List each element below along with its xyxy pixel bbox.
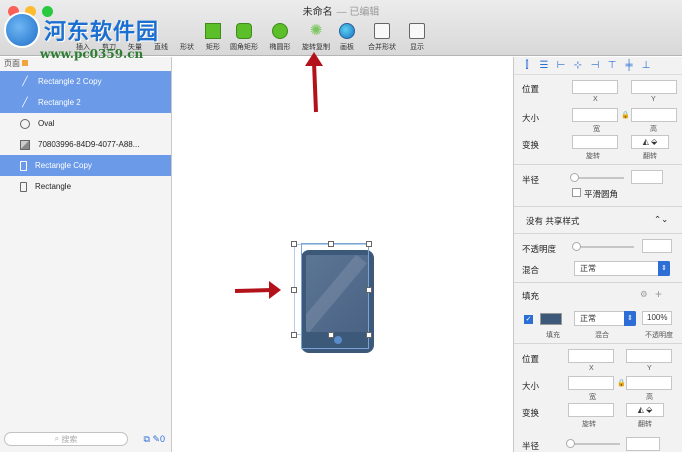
flip-horizontal-icon[interactable]: ◭ <box>638 405 644 414</box>
radius-slider[interactable] <box>572 177 624 179</box>
edit-icon: ✎ <box>152 434 160 444</box>
position-y-field[interactable] <box>631 80 677 94</box>
transform-label: 变换 <box>522 408 540 418</box>
divider <box>514 233 682 234</box>
radius-label: 半径 <box>522 441 540 451</box>
fill-opacity-field[interactable]: 100% <box>642 311 672 325</box>
smooth-corners-label: 平滑圆角 <box>584 189 619 199</box>
rotate-field[interactable] <box>572 135 618 149</box>
arrow-to-artwork <box>234 281 281 299</box>
watermark-logo-icon <box>4 12 40 48</box>
position-y-field[interactable] <box>626 349 672 363</box>
alignment-toolbar: ⫿ ☰ ⊢ ⊹ ⊣ ⊤ ╪ ⊥ <box>514 57 682 75</box>
size-label: 大小 <box>522 113 540 123</box>
width-field[interactable] <box>568 376 614 390</box>
divider <box>514 282 682 283</box>
rotate-field[interactable] <box>568 403 614 417</box>
radius-slider[interactable] <box>568 443 620 445</box>
align-top-icon[interactable]: ⊤ <box>605 60 619 71</box>
radius-label: 半径 <box>522 175 540 185</box>
radius-field[interactable] <box>626 437 660 451</box>
width-field[interactable] <box>572 108 618 122</box>
height-field[interactable] <box>626 376 672 390</box>
add-fill-icon[interactable]: + <box>655 287 662 301</box>
lock-icon[interactable]: 🔒 <box>617 379 626 387</box>
layer-item[interactable]: Rectangle Copy <box>0 155 171 176</box>
size-label: 大小 <box>522 381 540 391</box>
gear-icon[interactable]: ⚙ <box>640 289 648 300</box>
watermark-url: www.pc0359.cn <box>40 47 144 61</box>
watermark: 河东软件园 <box>4 12 159 48</box>
opacity-label: 不透明度 <box>522 244 557 254</box>
radius-slider-knob[interactable] <box>570 173 579 182</box>
flip-vertical-icon[interactable]: ⬙ <box>646 405 652 414</box>
rectangle-icon <box>20 160 27 171</box>
layer-item[interactable]: 70803996-84D9-4077-A88... <box>0 134 171 155</box>
filter-count: 0 <box>159 434 165 444</box>
fill-color-swatch[interactable] <box>540 313 562 325</box>
layer-search-input[interactable]: ⌕ 搜索 <box>4 432 128 446</box>
fill-blend-select[interactable]: 正常 ⇕ <box>574 311 636 326</box>
opacity-slider-knob[interactable] <box>572 242 581 251</box>
divider <box>514 343 682 344</box>
image-icon <box>20 139 30 150</box>
position-label: 位置 <box>522 354 540 364</box>
align-bottom-icon[interactable]: ⊥ <box>639 60 653 71</box>
opacity-field[interactable] <box>642 239 672 253</box>
chevron-updown-icon: ⇕ <box>658 261 670 276</box>
transform-label: 变换 <box>522 140 540 150</box>
opacity-slider[interactable] <box>574 246 634 248</box>
lock-icon[interactable]: 🔒 <box>621 111 630 119</box>
distribute-vertical-icon[interactable]: ☰ <box>537 60 551 71</box>
flip-vertical-icon[interactable]: ⬙ <box>651 137 657 146</box>
distribute-horizontal-icon[interactable]: ⫿ <box>520 60 534 71</box>
align-middle-icon[interactable]: ╪ <box>622 60 636 71</box>
align-right-icon[interactable]: ⊣ <box>588 60 602 71</box>
search-icon: ⌕ <box>54 434 62 443</box>
oval-icon <box>20 118 30 129</box>
copy-icon: ⧉ <box>143 434 150 444</box>
blend-mode-select[interactable]: 正常 ⇕ <box>574 261 670 276</box>
blend-label: 混合 <box>522 265 540 275</box>
layer-item[interactable]: Rectangle <box>0 176 171 197</box>
flip-buttons[interactable]: ◭ ⬙ <box>631 135 669 149</box>
position-x-field[interactable] <box>568 349 614 363</box>
fill-enabled-checkbox[interactable]: ✓ <box>524 315 533 324</box>
flip-horizontal-icon[interactable]: ◭ <box>643 137 649 146</box>
divider <box>514 206 682 207</box>
rectangle-icon <box>20 181 27 192</box>
chevron-updown-icon: ⇕ <box>624 311 636 326</box>
align-center-icon[interactable]: ⊹ <box>571 60 585 71</box>
align-left-icon[interactable]: ⊢ <box>554 60 568 71</box>
layer-filter-controls[interactable]: ⧉ ✎0 <box>143 434 165 445</box>
radius-slider-knob[interactable] <box>566 439 575 448</box>
flip-buttons[interactable]: ◭ ⬙ <box>626 403 664 417</box>
inspector-panel: ⫿ ☰ ⊢ ⊹ ⊣ ⊤ ╪ ⊥ 位置 X Y 大小 🔒 宽 高 变换 ◭ ⬙ 旋… <box>513 57 682 452</box>
position-x-field[interactable] <box>572 80 618 94</box>
arrow-to-artboard-tool <box>305 52 323 113</box>
height-field[interactable] <box>631 108 677 122</box>
fill-section-label: 填充 <box>522 291 540 301</box>
watermark-title: 河东软件园 <box>44 19 160 45</box>
chevron-updown-icon[interactable]: ⌃⌄ <box>654 214 668 225</box>
shared-style-select[interactable]: 没有 共享样式 <box>526 215 579 227</box>
position-label: 位置 <box>522 84 540 94</box>
smooth-corners-checkbox[interactable] <box>572 188 581 197</box>
radius-field[interactable] <box>631 170 663 184</box>
divider <box>514 164 682 165</box>
